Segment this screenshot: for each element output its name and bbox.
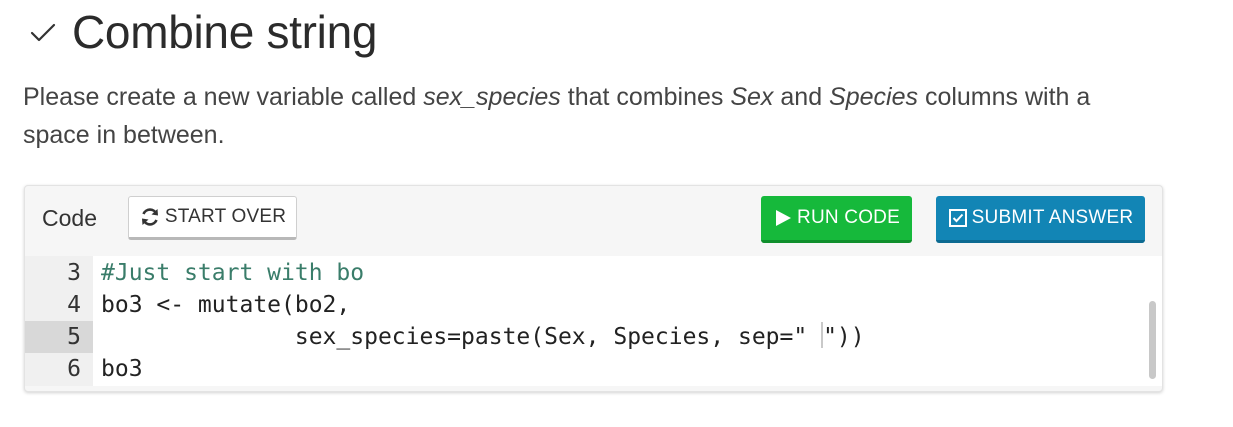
submit-answer-button[interactable]: SUBMIT ANSWER	[936, 196, 1145, 243]
code-line-active[interactable]: 5 sex_species=paste(Sex, Species, sep=" …	[25, 321, 1145, 353]
check-icon	[30, 23, 56, 42]
code-panel: Code START OVER RUN CODE SUBMIT ANSWER 3…	[24, 185, 1163, 392]
var-name: sex_species	[423, 83, 561, 111]
code-line[interactable]: 4 bo3 <- mutate(bo2,	[25, 289, 1145, 321]
exercise-page: Combine string Please create a new varia…	[0, 0, 1233, 427]
line-number: 5	[25, 321, 93, 353]
code-text: bo3 <- mutate(bo2,	[101, 292, 351, 318]
editor-scrollbar[interactable]	[1149, 301, 1156, 379]
line-number: 3	[67, 260, 81, 286]
line-number: 6	[67, 356, 81, 382]
start-over-button[interactable]: START OVER	[128, 196, 297, 240]
exercise-description: Please create a new variable called sex_…	[23, 83, 1091, 149]
code-toolbar: Code START OVER RUN CODE SUBMIT ANSWER	[25, 186, 1162, 256]
checkbox-icon	[948, 209, 967, 227]
exercise-title: Combine string	[72, 6, 378, 58]
refresh-icon	[141, 208, 158, 226]
code-editor[interactable]: 3 #Just start with bo 4 bo3 <- mutate(bo…	[25, 256, 1162, 386]
code-text: #Just start with bo	[101, 260, 365, 286]
code-text: sex_species=paste(Sex, Species, sep=" ")…	[101, 322, 865, 350]
code-line[interactable]: 6 bo3	[25, 353, 1145, 385]
line-number: 4	[67, 292, 81, 318]
code-line[interactable]: 3 #Just start with bo	[25, 257, 1145, 289]
run-code-button[interactable]: RUN CODE	[761, 196, 912, 243]
code-text: bo3	[101, 356, 143, 382]
column-species: Species	[829, 83, 918, 111]
play-icon	[776, 210, 792, 226]
exercise-heading[interactable]: Combine string	[28, 2, 377, 62]
column-sex: Sex	[730, 83, 774, 111]
code-label: Code	[42, 205, 97, 231]
